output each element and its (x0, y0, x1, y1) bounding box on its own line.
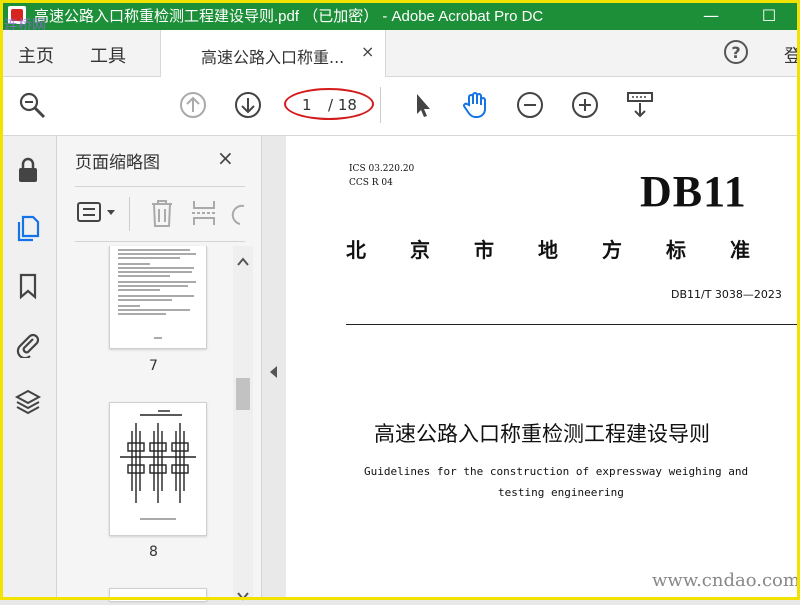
tools-tab[interactable]: 工具 (90, 42, 126, 68)
left-rail (0, 136, 57, 600)
thumbnail-page-9[interactable] (109, 588, 207, 601)
title-bar: 高速公路入口称重检测工程建设导则.pdf （已加密） - Adobe Acrob… (0, 0, 800, 30)
thumbnails-panel: 页面缩略图 × 7 8 (57, 136, 262, 601)
pdf-page: ICS 03.220.20 CCS R 04 DB11 北京市地方标准 DB11… (286, 136, 800, 600)
delete-page-icon[interactable] (149, 198, 175, 232)
home-tab[interactable]: 主页 (18, 42, 54, 68)
tab-bar: 主页 工具 高速公路入口称重... × (0, 30, 800, 77)
next-page-icon[interactable] (232, 89, 264, 121)
panel-collapse-handle[interactable] (262, 136, 284, 600)
scroll-down-icon[interactable] (237, 586, 249, 605)
close-panel-icon[interactable]: × (217, 146, 234, 170)
collapse-arrow-icon[interactable] (268, 364, 278, 383)
attachment-icon[interactable] (14, 330, 42, 360)
thumbnails-toolbar (75, 186, 245, 242)
thumbnail-page-7-label: 7 (149, 358, 158, 374)
hand-tool-icon[interactable] (459, 89, 491, 121)
document-title-en-line1: Guidelines for the construction of expre… (364, 465, 749, 478)
maximize-button[interactable]: ☐ (746, 0, 792, 30)
zoom-out-icon[interactable] (514, 89, 546, 121)
layers-icon[interactable] (14, 388, 42, 416)
main-toolbar: 1 / 18 (0, 77, 800, 136)
document-title-cn: 高速公路入口称重检测工程建设导则 (374, 422, 710, 446)
thumbnails-toolbar-divider (129, 197, 130, 231)
document-tab-label: 高速公路入口称重... (201, 48, 345, 67)
document-view[interactable]: ICS 03.220.20 CCS R 04 DB11 北京市地方标准 DB11… (284, 136, 800, 600)
document-tab[interactable]: 高速公路入口称重... × (160, 30, 386, 77)
close-tab-icon[interactable]: × (361, 42, 374, 61)
thumbnail-page-8-label: 8 (149, 544, 158, 560)
help-icon[interactable]: ? (724, 40, 748, 64)
thumbnail-page-7-preview (118, 249, 196, 339)
document-title-en-line2: testing engineering (498, 486, 624, 499)
scrollbar-thumb[interactable] (236, 378, 250, 410)
thumbnail-options-icon[interactable] (77, 200, 119, 230)
toolbar-divider (380, 87, 381, 123)
window-title: 高速公路入口称重检测工程建设导则.pdf （已加密） - Adobe Acrob… (34, 7, 544, 25)
login-button[interactable]: 登 (784, 42, 800, 68)
thumbnail-page-7[interactable] (109, 246, 207, 349)
header-rule (346, 324, 800, 325)
thumbnail-page-8-preview (120, 410, 196, 520)
annotation-oval (284, 88, 374, 120)
thumbnails-scrollbar[interactable] (233, 246, 253, 601)
zoom-in-icon[interactable] (569, 89, 601, 121)
page-thumbnails-icon[interactable] (14, 214, 42, 242)
site-watermark: www.cndao.com (652, 570, 800, 591)
zoom-search-icon[interactable] (16, 89, 48, 121)
previous-page-icon[interactable] (177, 89, 209, 121)
panel-title: 页面缩略图 (75, 153, 160, 173)
bookmark-icon[interactable] (14, 272, 42, 300)
lock-icon[interactable] (14, 156, 42, 184)
select-arrow-icon[interactable] (406, 89, 438, 121)
extract-page-icon[interactable] (191, 198, 217, 232)
ccs-code: CCS R 04 (349, 178, 393, 188)
ics-code: ICS 03.220.20 (349, 164, 415, 174)
scroll-up-icon[interactable] (237, 252, 249, 271)
standard-code: DB11 (640, 167, 747, 216)
thumbnail-page-8[interactable] (109, 402, 207, 536)
region-standard-title: 北京市地方标准 (346, 238, 794, 262)
rotate-page-icon[interactable] (231, 200, 245, 230)
minimize-button[interactable]: — (688, 0, 734, 30)
page-display-icon[interactable] (624, 89, 656, 121)
standard-number: DB11/T 3038—2023 (671, 288, 782, 301)
